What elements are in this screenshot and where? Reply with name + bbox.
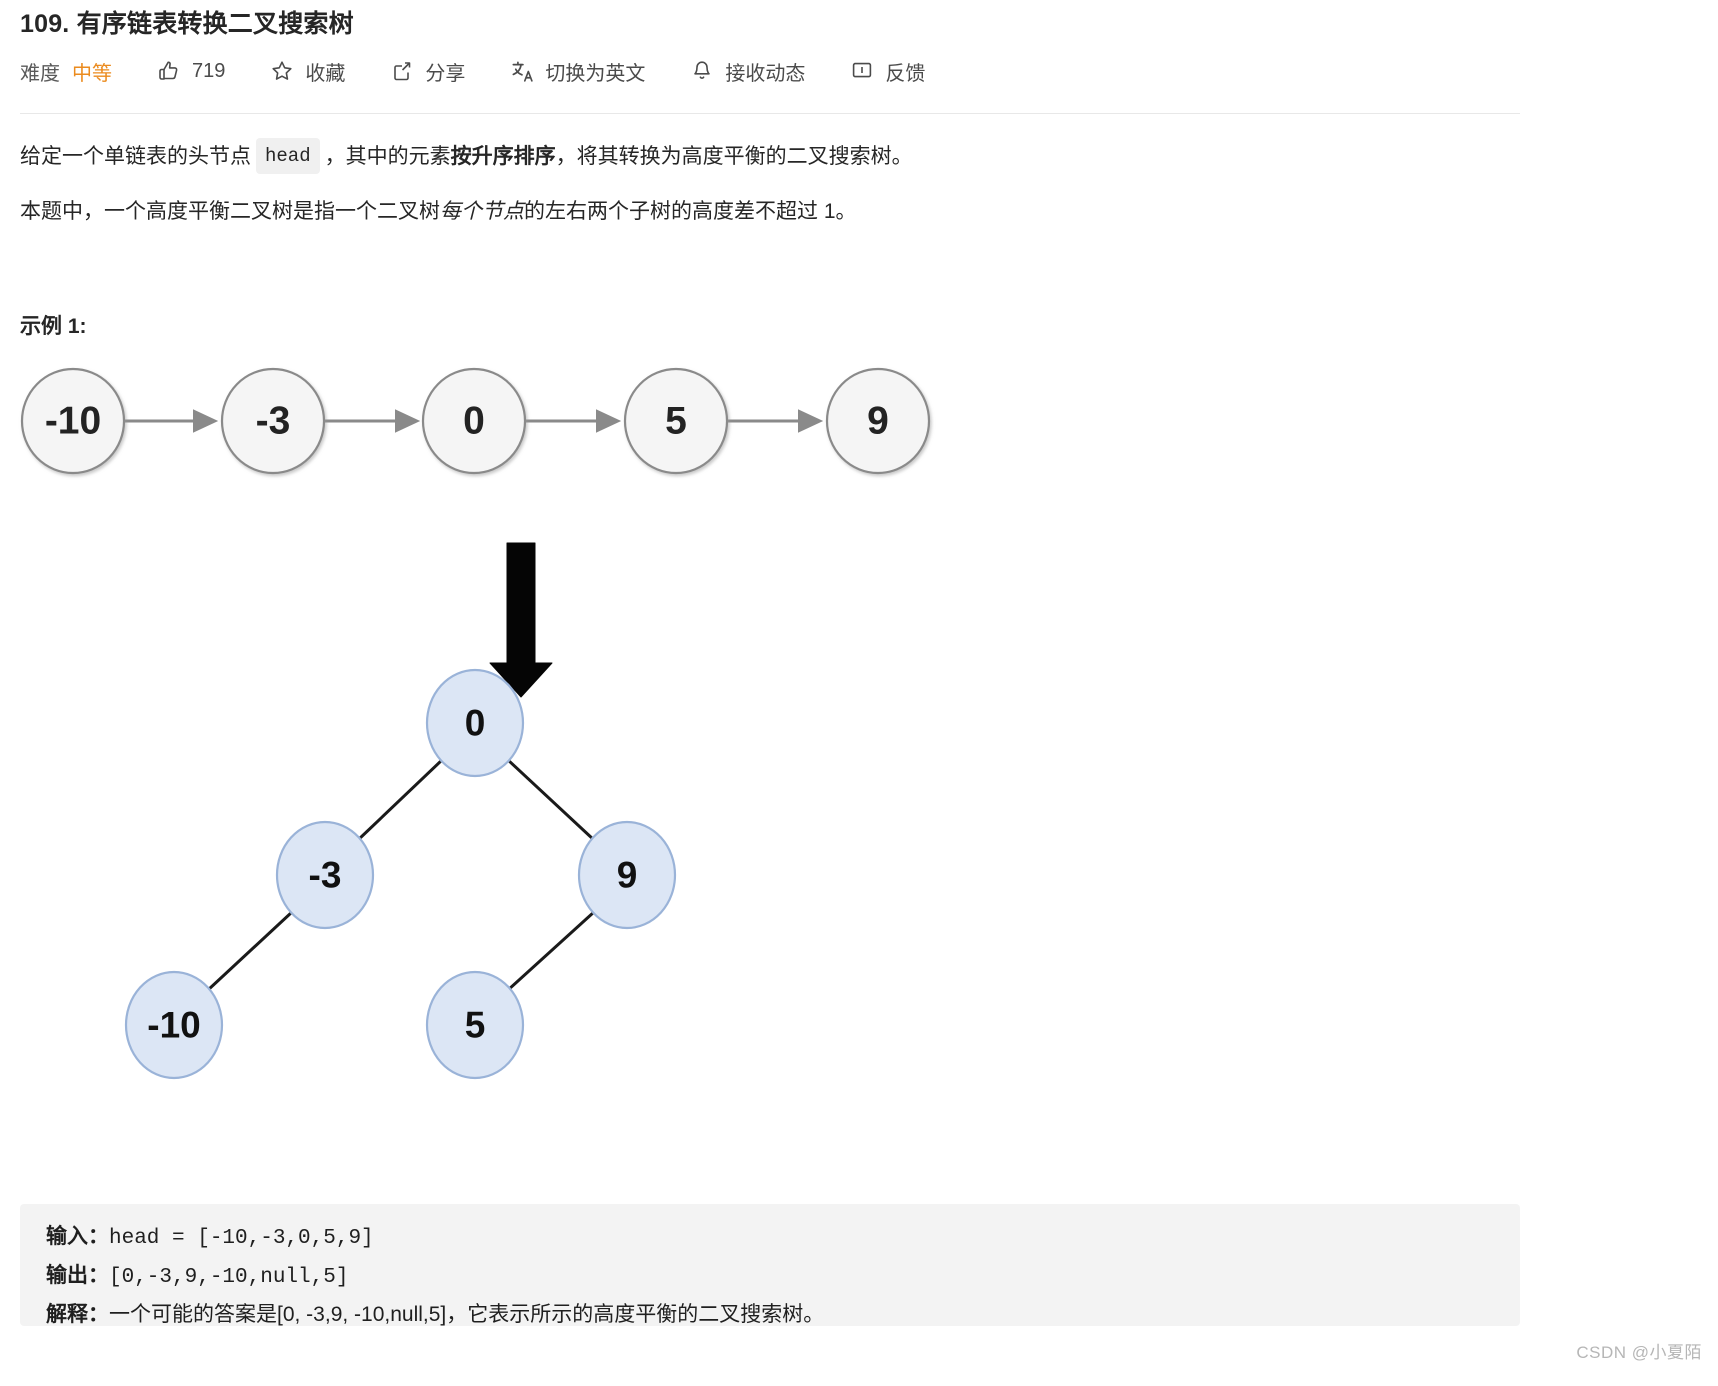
subscribe-button[interactable]: 接收动态 (689, 54, 805, 88)
tree-node: 9 (577, 820, 677, 930)
answer-explain-line: 解释：一个可能的答案是[0, -3,9, -10,null,5]，它表示所示的高… (46, 1300, 824, 1332)
tree-node-label: -10 (147, 1005, 200, 1046)
like-count: 719 (192, 59, 226, 82)
ll-node: 9 (825, 367, 931, 475)
answer-explain-label: 解释： (46, 1303, 109, 1326)
difficulty-label: 难度 (20, 62, 60, 85)
tree-node: -10 (124, 970, 224, 1080)
bst-tree-diagram: 0 -3 9 -10 5 (90, 660, 730, 1100)
desc2-italic: 每个节点 (440, 200, 524, 223)
ll-node-label: -10 (45, 400, 101, 443)
favorite-button[interactable]: 收藏 (269, 54, 345, 88)
star-icon (269, 58, 295, 84)
like-button[interactable]: 719 (156, 54, 225, 88)
tree-edge-0-to-neg3 (356, 758, 444, 842)
answer-output-value: [0,-3,9,-10,null,5] (109, 1266, 349, 1289)
ll-node: -10 (20, 367, 126, 475)
share-label: 分享 (425, 62, 466, 85)
desc1-bold: 按升序排序 (450, 145, 556, 168)
translate-button[interactable]: 切换为英文 (509, 54, 645, 88)
answer-output-label: 输出： (46, 1264, 109, 1287)
difficulty-item: 难度 中等 (20, 54, 112, 88)
bell-icon (689, 58, 715, 84)
answer-explain-value: 一个可能的答案是[0, -3,9, -10,null,5]，它表示所示的高度平衡… (109, 1303, 825, 1326)
desc1-part1: 给定一个单链表的头节点 (20, 145, 251, 168)
tree-node: 5 (425, 970, 525, 1080)
translate-icon (509, 58, 535, 84)
ll-node: 0 (421, 367, 527, 475)
subscribe-label: 接收动态 (725, 62, 806, 85)
tree-edge-9-to-5 (506, 910, 596, 992)
share-icon (389, 58, 415, 84)
favorite-label: 收藏 (305, 62, 346, 85)
translate-label: 切换为英文 (545, 62, 646, 85)
tree-node-root: 0 (425, 668, 525, 778)
desc2-part2: 的左右两个子树的高度差不超过 1。 (524, 200, 857, 223)
ll-node-label: 0 (463, 400, 485, 443)
example-answer-block: 输入：head = [-10,-3,0,5,9] 输出：[0,-3,9,-10,… (20, 1204, 1520, 1326)
header-divider (20, 113, 1520, 114)
ll-node: 5 (623, 367, 729, 475)
linked-list-svg: -10 -3 0 5 9 (20, 367, 931, 475)
desc1-part2: ，其中的元素 (324, 145, 451, 168)
answer-input-line: 输入：head = [-10,-3,0,5,9] (46, 1222, 374, 1254)
tree-node-label: 0 (465, 703, 486, 744)
head-code-token: head (256, 138, 320, 174)
ll-node-label: -3 (256, 400, 291, 443)
thumbs-up-icon (156, 58, 182, 84)
ll-node: -3 (220, 367, 326, 475)
tree-node-label: 5 (465, 1005, 486, 1046)
share-button[interactable]: 分享 (389, 54, 465, 88)
tree-node: -3 (275, 820, 375, 930)
description-line-2: 本题中，一个高度平衡二叉树是指一个二叉树每个节点的左右两个子树的高度差不超过 1… (20, 196, 857, 228)
watermark: CSDN @小夏陌 (1576, 1343, 1702, 1362)
answer-input-label: 输入： (46, 1225, 109, 1248)
desc2-part1: 本题中，一个高度平衡二叉树是指一个二叉树 (20, 200, 440, 223)
description-line-1: 给定一个单链表的头节点 head ，其中的元素按升序排序，将其转换为高度平衡的二叉搜… (20, 138, 913, 174)
desc1-part3: ，将其转换为高度平衡的二叉搜索树。 (555, 145, 913, 168)
ll-node-label: 9 (867, 400, 889, 443)
meta-bar: 难度 中等 719 收藏 分享 切换为英文 接收动态 反馈 (20, 54, 925, 88)
linked-list-diagram: -10 -3 0 5 9 (0, 355, 980, 495)
feedback-icon (849, 58, 875, 84)
tree-node-label: 9 (617, 855, 638, 896)
difficulty-value: 中等 (72, 62, 112, 85)
answer-output-line: 输出：[0,-3,9,-10,null,5] (46, 1261, 348, 1293)
tree-node-label: -3 (309, 855, 342, 896)
tree-edge-neg3-to-neg10 (206, 910, 294, 992)
tree-edge-0-to-9 (506, 758, 596, 842)
feedback-button[interactable]: 反馈 (849, 54, 925, 88)
bst-tree-svg: 0 -3 9 -10 5 (124, 668, 677, 1080)
answer-input-value: head = [-10,-3,0,5,9] (109, 1227, 374, 1250)
page-title: 109. 有序链表转换二叉搜索树 (20, 10, 354, 38)
example-label: 示例 1: (20, 315, 87, 338)
ll-node-label: 5 (665, 400, 687, 443)
feedback-label: 反馈 (885, 62, 926, 85)
